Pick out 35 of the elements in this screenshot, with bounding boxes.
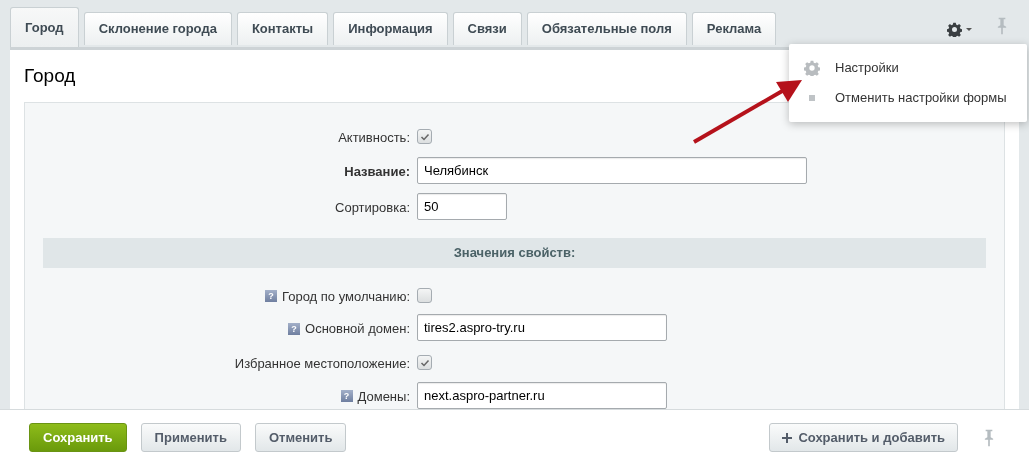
field-label: Сортировка: — [335, 198, 410, 217]
bullet-icon — [809, 95, 815, 101]
field-label: Основной домен: — [305, 320, 410, 338]
field-label: Домены: — [357, 387, 410, 406]
action-button[interactable]: Применить — [140, 423, 241, 452]
tab[interactable]: Обязательные поля — [526, 12, 687, 45]
field-label: Избранное местоположение: — [234, 355, 410, 373]
text-field[interactable]: 50 — [417, 192, 507, 220]
tab[interactable]: Связи — [452, 12, 522, 45]
section-title: Город — [24, 63, 76, 88]
check-icon — [419, 131, 430, 142]
plus-icon — [782, 432, 793, 443]
text-field[interactable]: next.aspro-partner.ru — [417, 381, 667, 409]
tab[interactable]: Контакты — [236, 12, 329, 45]
menu-item[interactable]: Отменить настройки формы — [789, 83, 1027, 113]
menu-item[interactable]: Настройки — [789, 53, 1027, 83]
check-icon — [419, 357, 430, 368]
checkbox[interactable] — [417, 129, 432, 144]
gear-icon — [804, 60, 820, 76]
gear-icon — [947, 22, 962, 37]
field-label: Активность: — [338, 129, 410, 147]
tab[interactable]: Город — [10, 7, 79, 47]
action-button[interactable]: Отменить — [254, 423, 347, 452]
tab[interactable]: Информация — [333, 12, 448, 45]
text-field[interactable]: tires2.aspro-try.ru — [417, 314, 667, 341]
save-and-add-button[interactable]: Сохранить и добавить — [769, 423, 958, 452]
section-header: Значения свойств: — [43, 237, 986, 268]
tab[interactable]: Склонение города — [83, 12, 232, 45]
caret-icon[interactable] — [966, 28, 972, 31]
field-label: Название: — [344, 162, 410, 181]
checkbox[interactable] — [417, 355, 432, 370]
field-label: Город по умолчанию: — [282, 287, 410, 306]
checkbox[interactable] — [417, 287, 432, 303]
tab[interactable]: Реклама — [691, 12, 777, 45]
text-field[interactable]: Челябинск — [417, 156, 807, 184]
